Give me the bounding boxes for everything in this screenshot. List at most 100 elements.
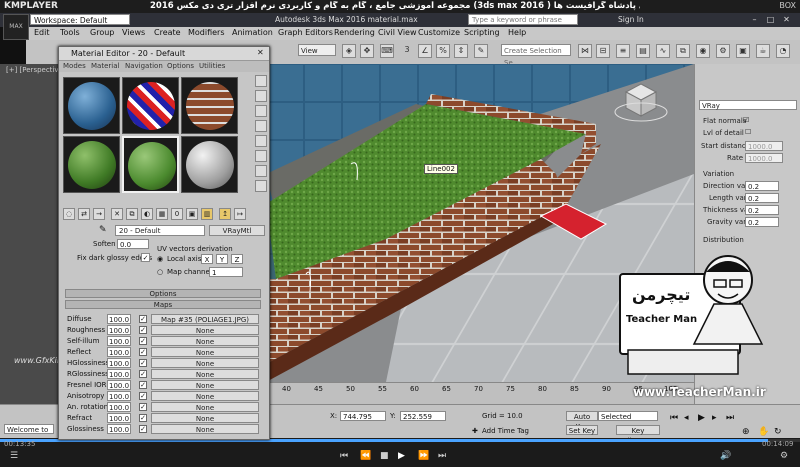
player-stop-icon[interactable]: ■: [380, 451, 389, 461]
map-row-amount[interactable]: 100.0: [107, 325, 131, 335]
angle-snap-icon[interactable]: ∠: [418, 44, 432, 58]
pan-icon[interactable]: ✋: [758, 427, 769, 437]
play-icon[interactable]: ▶: [698, 413, 705, 423]
map-row-button[interactable]: None: [151, 369, 259, 379]
go-forward-sibling-icon[interactable]: ↦: [234, 208, 246, 220]
show-end-result-icon[interactable]: ▥: [201, 208, 213, 220]
maxscript-listener[interactable]: Welcome to: [4, 424, 54, 434]
auto-key-button[interactable]: Auto Key: [566, 411, 598, 431]
sample-slot[interactable]: [63, 136, 120, 193]
map-row-amount[interactable]: 100.0: [107, 380, 131, 390]
me-menu-modes[interactable]: Modes: [63, 62, 86, 70]
align-icon[interactable]: ⊟: [596, 44, 610, 58]
viewport-label[interactable]: [+] [Perspective]: [6, 66, 66, 74]
player-volume-icon[interactable]: 🔊: [720, 451, 731, 461]
add-time-tag-button[interactable]: Add Time Tag: [482, 427, 529, 435]
local-axis-radio[interactable]: ◉: [157, 255, 163, 263]
map-row-amount[interactable]: 100.0: [107, 391, 131, 401]
layer-manager-icon[interactable]: ≡: [616, 44, 630, 58]
player-settings-icon[interactable]: ⚙: [780, 451, 788, 461]
map-channel-radio[interactable]: ○: [157, 268, 163, 276]
reset-map-icon[interactable]: ✕: [111, 208, 123, 220]
map-row-button[interactable]: None: [151, 336, 259, 346]
map-row-button[interactable]: None: [151, 380, 259, 390]
mirror-icon[interactable]: ⋈: [578, 44, 592, 58]
material-editor-close-icon[interactable]: ✕: [257, 48, 264, 57]
map-row-checkbox[interactable]: ✓: [139, 381, 147, 389]
map-row-button[interactable]: None: [151, 347, 259, 357]
map-row-amount[interactable]: 100.0: [107, 424, 131, 434]
menu-modifiers[interactable]: Modifiers: [188, 28, 225, 37]
goto-end-icon[interactable]: ⏭: [726, 413, 734, 423]
map-row-amount[interactable]: 100.0: [107, 336, 131, 346]
sample-type-icon[interactable]: [255, 75, 267, 87]
map-row-amount[interactable]: 100.0: [107, 402, 131, 412]
player-playlist-icon[interactable]: ☰: [10, 451, 18, 461]
x-coord-field[interactable]: 744.795: [340, 411, 386, 421]
sign-in-link[interactable]: Sign In: [618, 15, 644, 24]
menu-civil-view[interactable]: Civil View: [378, 28, 417, 37]
map-row-button[interactable]: Map #35 (POLIAGE1.JPG): [151, 314, 259, 324]
selected-dropdown[interactable]: Selected: [598, 411, 658, 421]
map-row-button[interactable]: None: [151, 424, 259, 434]
reference-coordinate-dropdown[interactable]: View: [298, 44, 336, 56]
menu-group[interactable]: Group: [90, 28, 114, 37]
maps-rollout[interactable]: Maps: [65, 300, 261, 309]
map-row-checkbox[interactable]: ✓: [139, 359, 147, 367]
map-row-amount[interactable]: 100.0: [107, 314, 131, 324]
render-production-icon[interactable]: ☕: [756, 44, 770, 58]
set-key-button[interactable]: Set Key: [566, 425, 598, 435]
options-rollout[interactable]: Options: [65, 289, 261, 298]
material-editor-titlebar[interactable]: Material Editor - 20 - Default ✕: [59, 47, 269, 61]
video-color-check-icon[interactable]: [255, 135, 267, 147]
copy-material-icon[interactable]: ⧉: [126, 208, 138, 220]
assign-to-selection-icon[interactable]: →: [93, 208, 105, 220]
render-iterative-icon[interactable]: ◔: [776, 44, 790, 58]
menu-animation[interactable]: Animation: [232, 28, 273, 37]
player-play-icon[interactable]: ▶: [398, 451, 405, 461]
snap-toggle-icon[interactable]: 3: [400, 44, 414, 58]
map-row-button[interactable]: None: [151, 391, 259, 401]
player-box-button[interactable]: BOX: [779, 1, 796, 10]
scene-explorer-icon[interactable]: ▤: [636, 44, 650, 58]
add-time-tag-icon[interactable]: ✚: [472, 427, 478, 435]
key-filters-button[interactable]: Key Filters...: [616, 425, 660, 445]
menu-edit[interactable]: Edit: [34, 28, 50, 37]
pick-material-icon[interactable]: ✎: [99, 225, 107, 235]
uv-tiling-icon[interactable]: [255, 120, 267, 132]
gravity-var-spinner[interactable]: 0.2: [745, 217, 779, 227]
material-id-icon[interactable]: 0: [171, 208, 183, 220]
select-by-material-icon[interactable]: [255, 180, 267, 192]
goto-start-icon[interactable]: ⏮: [670, 413, 678, 423]
menu-graph-editors[interactable]: Graph Editors: [278, 28, 333, 37]
app-logo-button[interactable]: MAX: [3, 14, 29, 40]
sample-slot[interactable]: [181, 136, 238, 193]
map-row-amount[interactable]: 100.0: [107, 413, 131, 423]
sample-slot-active[interactable]: [122, 136, 179, 193]
menu-create[interactable]: Create: [154, 28, 181, 37]
show-map-in-viewport-icon[interactable]: ▣: [186, 208, 198, 220]
map-row-checkbox[interactable]: ✓: [139, 425, 147, 433]
menu-customize[interactable]: Customize: [418, 28, 460, 37]
map-row-checkbox[interactable]: ✓: [139, 403, 147, 411]
material-type-button[interactable]: VRayMtl: [209, 225, 265, 236]
sample-slot[interactable]: [122, 77, 179, 134]
y-coord-field[interactable]: 252.559: [400, 411, 446, 421]
named-selection-icon[interactable]: ✎: [474, 44, 488, 58]
flat-normals-checkbox[interactable]: ☑: [743, 116, 749, 124]
get-material-icon[interactable]: ◌: [63, 208, 75, 220]
map-row-checkbox[interactable]: ✓: [139, 315, 147, 323]
map-row-checkbox[interactable]: ✓: [139, 348, 147, 356]
map-row-checkbox[interactable]: ✓: [139, 370, 147, 378]
close-icon[interactable]: ✕: [780, 14, 793, 25]
orbit-icon[interactable]: ↻: [774, 427, 782, 437]
rate-spinner[interactable]: 1000.0: [745, 153, 783, 163]
map-row-amount[interactable]: 100.0: [107, 369, 131, 379]
me-menu-options[interactable]: Options: [167, 62, 194, 70]
prev-frame-icon[interactable]: ◂: [684, 413, 689, 423]
me-menu-navigation[interactable]: Navigation: [125, 62, 163, 70]
axis-y-button[interactable]: Y: [216, 254, 228, 264]
menu-tools[interactable]: Tools: [60, 28, 80, 37]
make-unique-icon[interactable]: ◐: [141, 208, 153, 220]
sample-slot[interactable]: [181, 77, 238, 134]
